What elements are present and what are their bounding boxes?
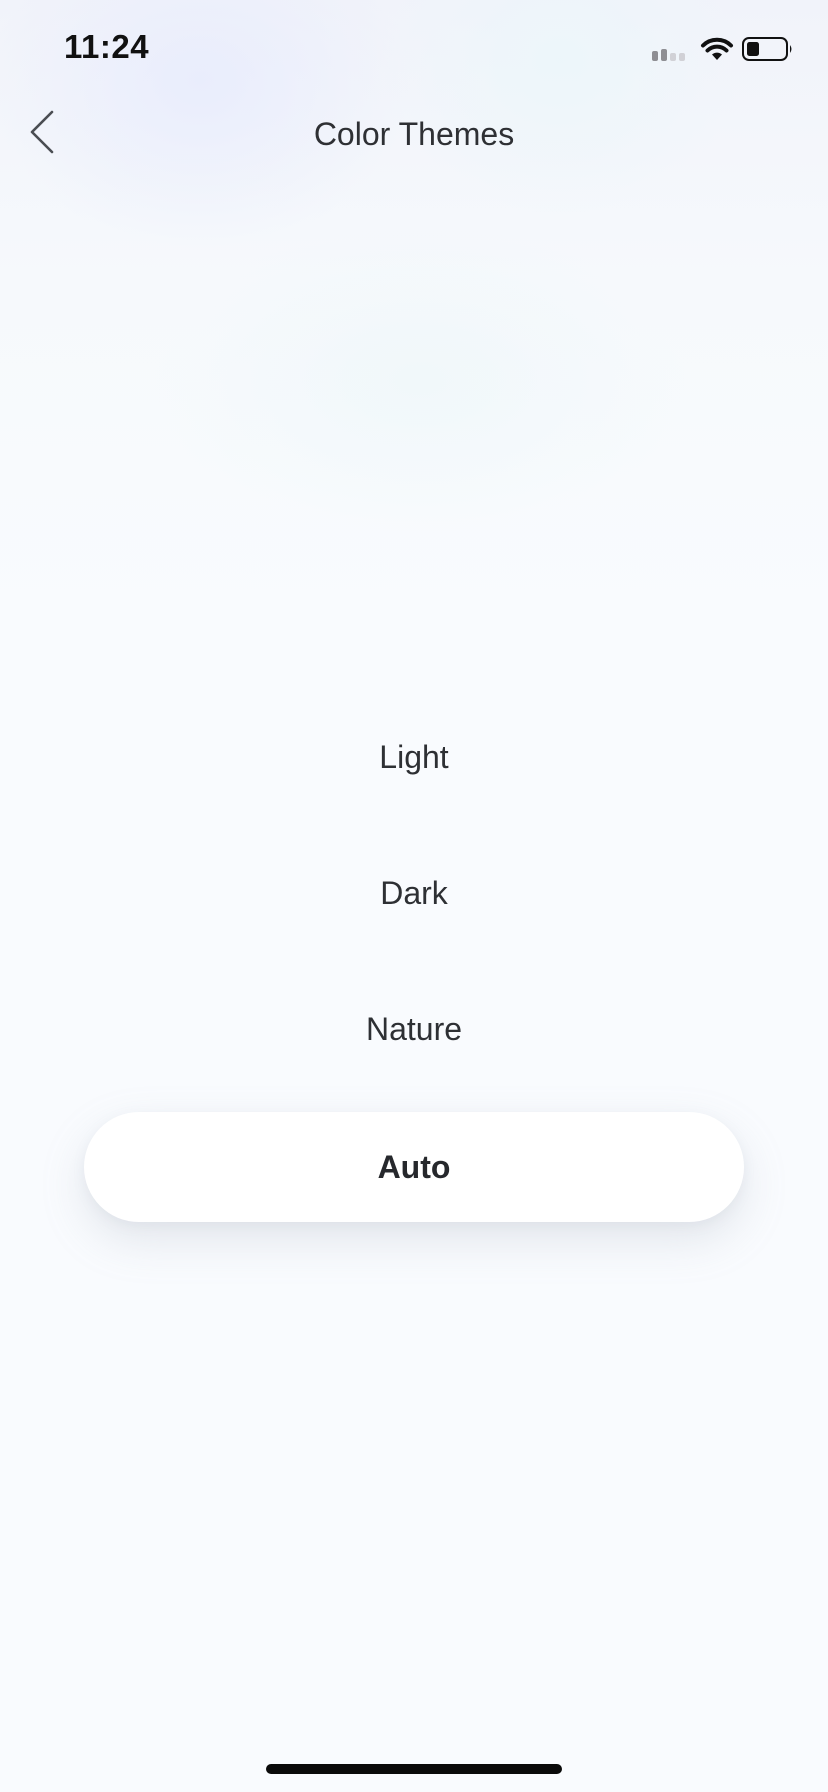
cellular-signal-icon	[652, 49, 685, 61]
page-title: Color Themes	[313, 116, 515, 152]
theme-option-dark[interactable]: Dark	[84, 838, 744, 948]
battery-icon	[742, 37, 792, 61]
status-time: 11:24	[64, 28, 150, 65]
theme-option-nature[interactable]: Nature	[84, 974, 744, 1084]
wifi-icon	[701, 37, 733, 60]
theme-option-light[interactable]: Light	[84, 702, 744, 812]
theme-option-auto-selected[interactable]: Auto	[84, 1112, 744, 1222]
status-bar: 11:24	[0, 0, 828, 100]
home-indicator[interactable]	[266, 1764, 562, 1774]
